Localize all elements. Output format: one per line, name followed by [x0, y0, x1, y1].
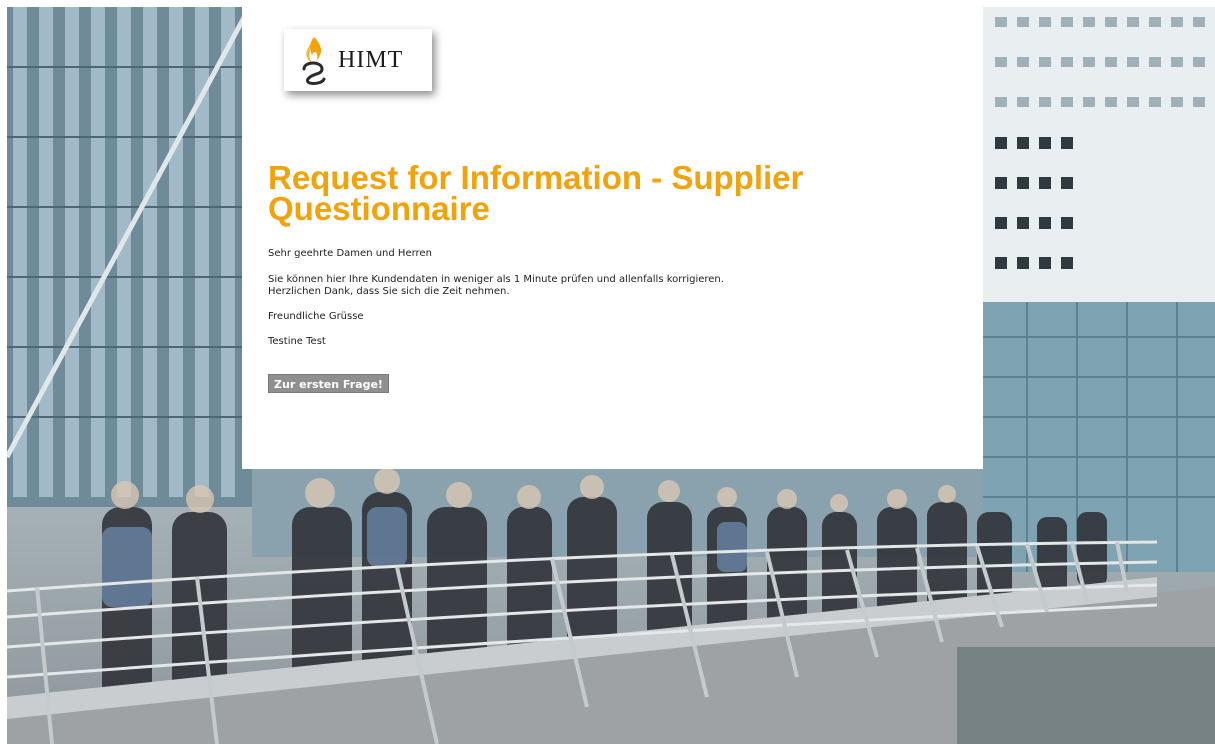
greeting-text: Sehr geehrte Damen und Herren: [268, 248, 432, 259]
page-title: Request for Information - Supplier Quest…: [268, 159, 804, 227]
himt-logo: HIMT: [284, 29, 432, 91]
page: HIMT Request for Information - Supplier …: [0, 0, 1215, 744]
flame-logo-icon: [302, 37, 326, 85]
logo-text: HIMT: [338, 47, 404, 73]
signature-text: Testine Test: [268, 336, 326, 347]
start-questionnaire-button[interactable]: Zur ersten Frage!: [268, 374, 389, 393]
body-text-line-1: Sie können hier Ihre Kundendaten in weni…: [268, 274, 724, 285]
closing-text: Freundliche Grüsse: [268, 311, 364, 322]
body-text-line-2: Herzlichen Dank, dass Sie sich die Zeit …: [268, 286, 510, 297]
content-card: HIMT Request for Information - Supplier …: [242, 7, 983, 469]
